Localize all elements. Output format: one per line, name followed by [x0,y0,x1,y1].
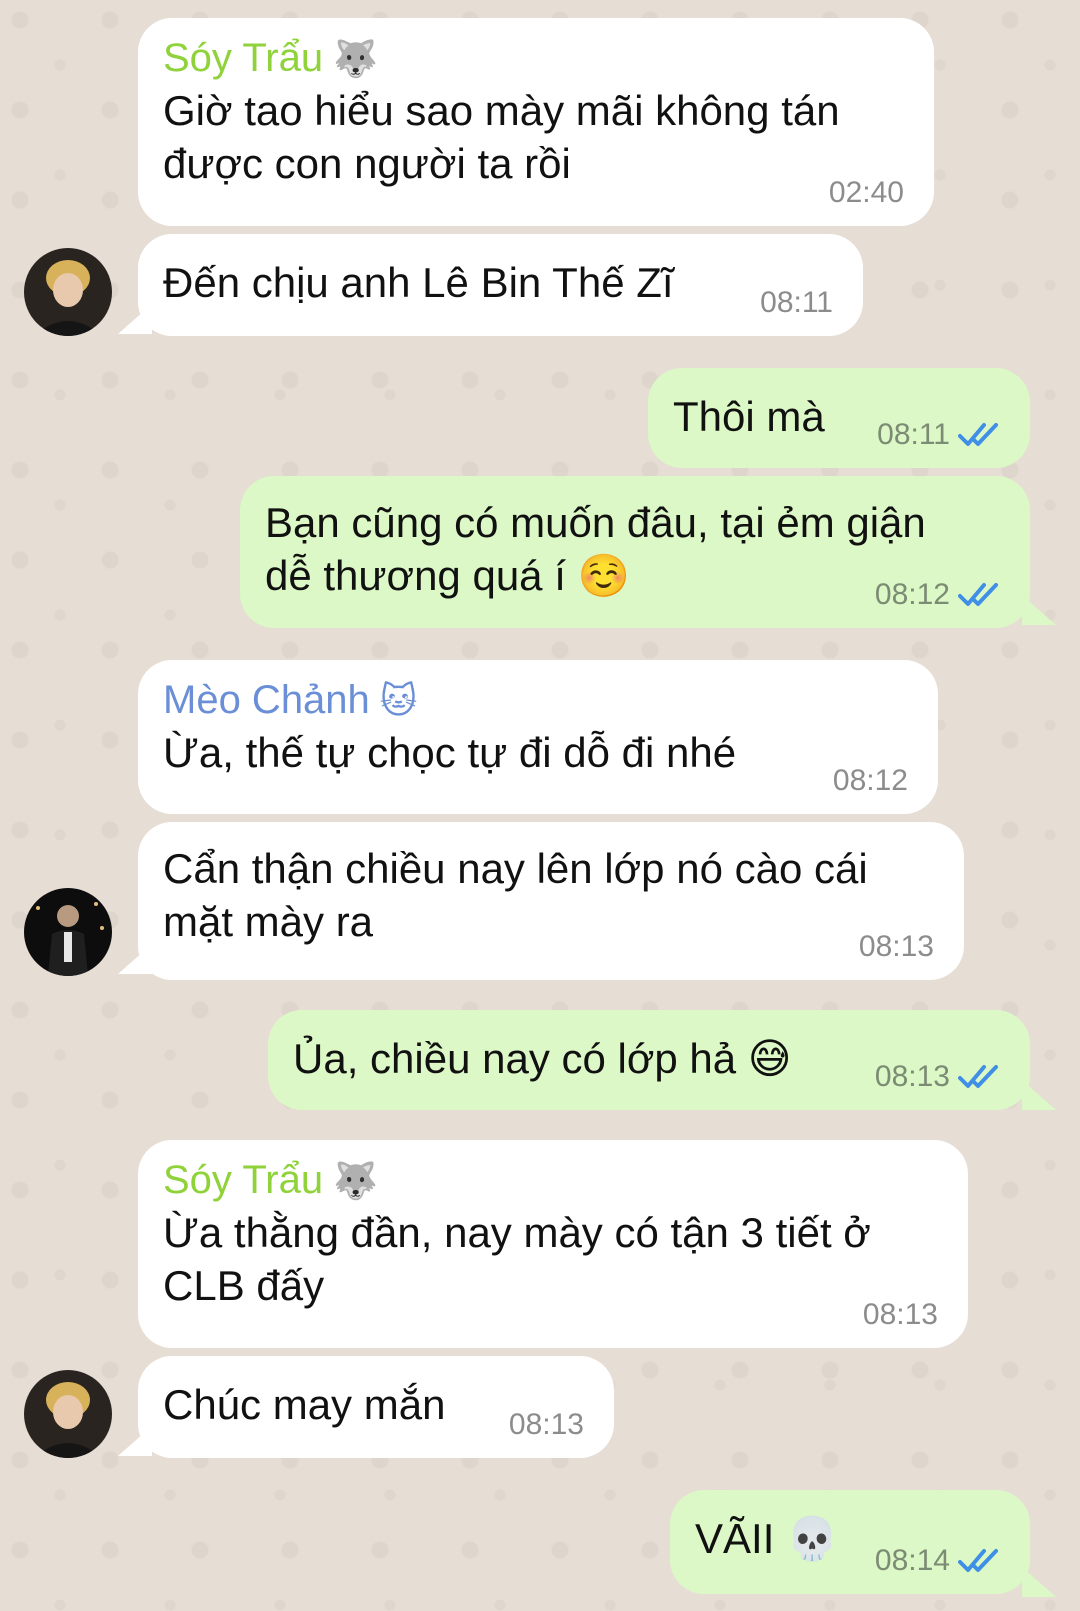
wolf-emoji-icon: 🐺 [333,1160,378,1201]
message-time: 08:12 [832,764,908,797]
message-text: Cẩn thận chiều nay lên lớp nó cào cái mặ… [163,845,868,945]
message-time: 08:13 [508,1408,584,1441]
cat-emoji-icon: 🐱 [379,680,418,721]
message-text: Ừa thằng đần, nay mày có tận 3 tiết ở CL… [163,1209,871,1309]
message-bubble-incoming[interactable]: Cẩn thận chiều nay lên lớp nó cào cái mặ… [138,822,964,980]
sender-name[interactable]: Sóy Trẩu 🐺 [163,32,908,84]
avatar[interactable] [24,888,112,976]
message-bubble-outgoing[interactable]: Ủa, chiều nay có lớp hả 😅 08:13 [268,1010,1030,1110]
double-check-icon [958,1549,998,1572]
message-text: Ừa, thế tự chọc tự đi dỗ đi nhé [163,729,737,776]
message-bubble-outgoing[interactable]: VÃII 💀 08:14 [670,1490,1030,1594]
avatar-image [24,248,112,336]
avatar-image [24,888,112,976]
message-time: 08:12 [875,578,1000,612]
message-bubble-incoming[interactable]: Mèo Chảnh 🐱 Ừa, thế tự chọc tự đi dỗ đi n… [138,660,938,814]
sender-name[interactable]: Sóy Trẩu 🐺 [163,1154,942,1206]
message-bubble-incoming[interactable]: Chúc may mắn 08:13 [138,1356,614,1458]
message-time: 08:13 [862,1298,938,1331]
message-bubble-outgoing[interactable]: Bạn cũng có muốn đâu, tại ẻm giận dễ thư… [240,476,1030,628]
message-text: Đến chịu anh Lê Bin Thế Zĩ [163,259,674,306]
message-time: 08:11 [760,286,833,319]
double-check-icon [958,583,998,606]
message-time: 02:40 [828,176,904,209]
wolf-emoji-icon: 🐺 [333,38,378,79]
message-time: 08:13 [875,1060,1000,1094]
sender-name[interactable]: Mèo Chảnh 🐱 [163,674,912,726]
message-bubble-outgoing[interactable]: Thôi mà 08:11 [648,368,1030,468]
double-check-icon [958,423,998,446]
avatar[interactable] [24,1370,112,1458]
message-text: Giờ tao hiểu sao mày mãi không tán được … [163,87,840,187]
message-bubble-incoming[interactable]: Đến chịu anh Lê Bin Thế Zĩ 08:11 [138,234,863,336]
avatar[interactable] [24,248,112,336]
message-bubble-incoming[interactable]: Sóy Trẩu 🐺 Ừa thằng đần, nay mày có tận 3… [138,1140,968,1348]
double-check-icon [958,1065,998,1088]
message-time: 08:13 [858,930,934,963]
message-bubble-incoming[interactable]: Sóy Trẩu 🐺 Giờ tao hiểu sao mày mãi không… [138,18,934,226]
message-time: 08:11 [877,418,1000,452]
message-time: 08:14 [875,1544,1000,1578]
avatar-image [24,1370,112,1458]
